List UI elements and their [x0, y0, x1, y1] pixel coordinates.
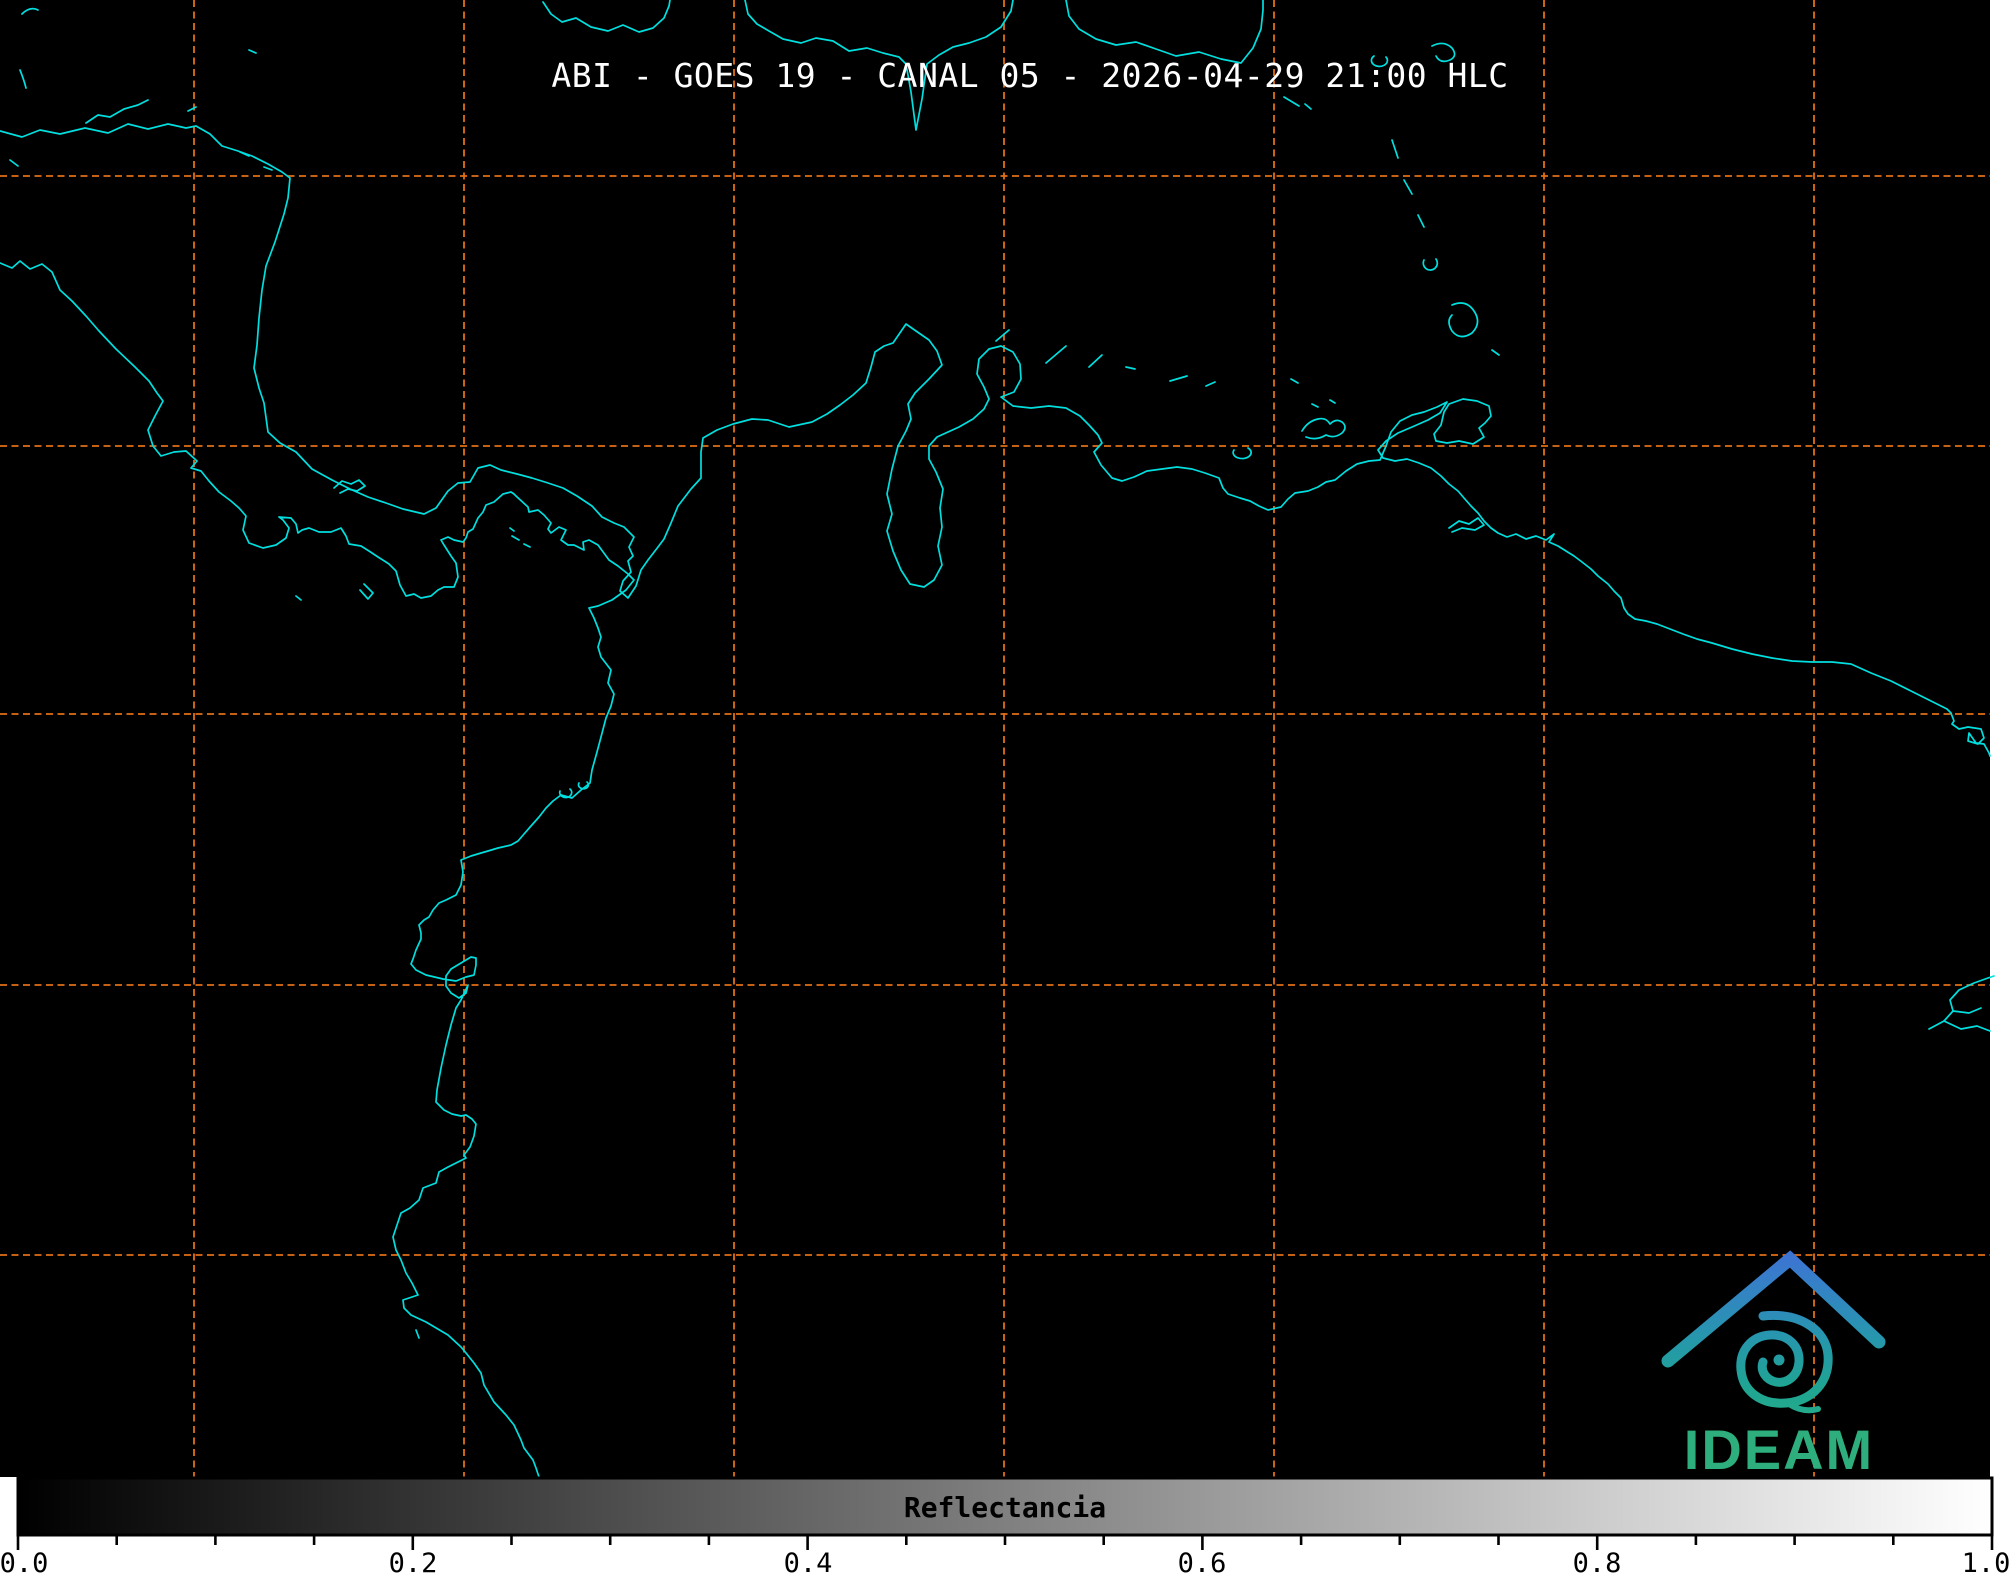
- map-title: ABI - GOES 19 - CANAL 05 - 2026-04-29 21…: [551, 56, 1508, 95]
- goes-satellite-map: ABI - GOES 19 - CANAL 05 - 2026-04-29 21…: [0, 0, 2011, 1577]
- logo-spiral-eye-icon: [1773, 1354, 1785, 1366]
- logo-text: IDEAM: [1684, 1418, 1874, 1481]
- tick-label-0.2: 0.2: [389, 1548, 438, 1577]
- tick-label-0.6: 0.6: [1178, 1548, 1227, 1577]
- tick-label-0.0: 0.0: [0, 1548, 48, 1577]
- tick-label-0.8: 0.8: [1573, 1548, 1622, 1577]
- satellite-image-figure: ABI - GOES 19 - CANAL 05 - 2026-04-29 21…: [0, 0, 2011, 1577]
- tick-label-1.0: 1.0: [1962, 1548, 2011, 1577]
- colorbar-label: Reflectancia: [904, 1491, 1106, 1524]
- tick-label-0.4: 0.4: [784, 1548, 833, 1577]
